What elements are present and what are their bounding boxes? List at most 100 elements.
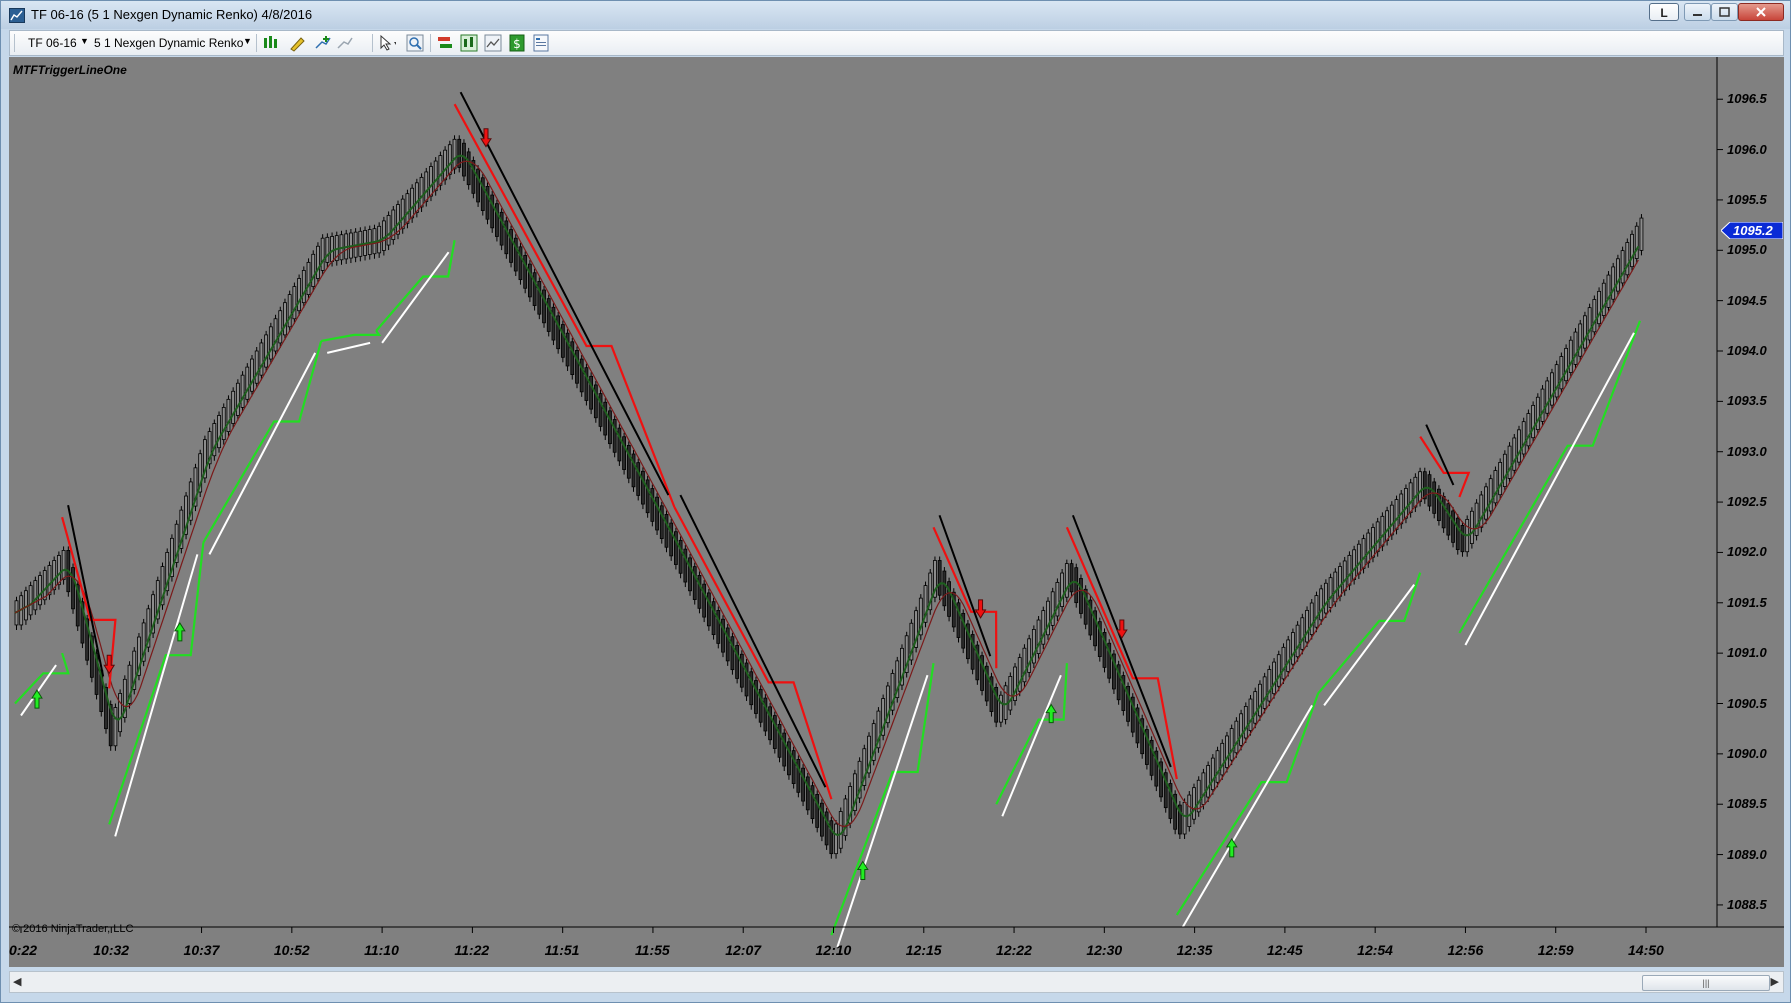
renko-bar — [1597, 290, 1601, 325]
renko-bar — [683, 548, 688, 583]
renko-bar — [405, 193, 410, 224]
chart-style-icon[interactable] — [262, 34, 280, 52]
close-button[interactable] — [1738, 3, 1784, 21]
support-trigger-line — [375, 240, 456, 332]
renko-bar — [1408, 482, 1413, 514]
renko-bar — [1375, 521, 1380, 553]
renko-bar — [381, 220, 386, 251]
sell-signal-arrow — [480, 128, 492, 148]
add-indicator-icon[interactable] — [314, 34, 332, 52]
renko-bar — [744, 662, 749, 697]
properties-icon[interactable] — [532, 34, 550, 52]
scroll-right-icon[interactable]: ▶ — [1771, 975, 1779, 988]
price-tick-label: 1094.0 — [1727, 343, 1767, 358]
time-tick-label: 0:22 — [9, 942, 38, 958]
renko-bar — [664, 514, 669, 548]
renko-bar — [504, 220, 509, 255]
minimize-icon — [1693, 14, 1702, 16]
scroll-left-icon[interactable]: ◀ — [13, 975, 21, 988]
renko-bar — [546, 298, 551, 332]
time-tick-label: 10:37 — [183, 942, 220, 958]
minimize-button[interactable] — [1684, 3, 1711, 21]
renko-bar — [1328, 577, 1333, 608]
horizontal-scrollbar[interactable]: ◀ ||| ▶ — [9, 971, 1784, 993]
time-tick-label: 12:15 — [905, 942, 942, 958]
renko-bar — [254, 350, 259, 384]
renko-bar — [1323, 582, 1328, 614]
remove-indicator-icon[interactable] — [336, 34, 354, 52]
renko-bar — [400, 198, 405, 230]
renko-bar — [485, 186, 490, 220]
price-tick-label: 1095.5 — [1727, 191, 1767, 207]
renko-bar — [937, 560, 942, 596]
renko-bar — [221, 406, 226, 441]
renko-bar — [240, 374, 245, 408]
renko-bar — [1451, 510, 1455, 543]
renko-bar — [447, 144, 452, 175]
renko-bar — [245, 366, 250, 400]
renko-bar — [1286, 639, 1291, 672]
renko-bar — [495, 203, 499, 237]
renko-bar — [1380, 515, 1385, 547]
price-tick-label: 1093.5 — [1727, 393, 1767, 409]
renko-bar — [42, 570, 47, 601]
renko-bar — [725, 627, 730, 662]
renko-bar — [1625, 242, 1630, 276]
renko-bar — [659, 505, 664, 540]
support-trigger-line — [1458, 320, 1642, 634]
renko-bar — [1550, 372, 1554, 406]
data-box-icon[interactable] — [460, 34, 478, 52]
renko-bar — [1578, 323, 1583, 357]
renko-bar — [264, 334, 269, 368]
chart-canvas[interactable] — [9, 57, 1784, 967]
copyright-label: © 2016 NinjaTrader, LLC — [12, 923, 134, 935]
renko-bar — [645, 479, 650, 514]
scrollbar-thumb[interactable]: ||| — [1642, 975, 1770, 991]
renko-bar — [1620, 250, 1625, 284]
price-tick-label: 1092.5 — [1727, 494, 1767, 510]
renko-bar — [287, 294, 292, 328]
time-tick-label: 11:51 — [544, 942, 580, 958]
renko-bar — [1008, 676, 1013, 711]
renko-bar — [1210, 757, 1215, 791]
price-chart[interactable]: MTFTriggerLineOne © 2016 NinjaTrader, LL… — [9, 57, 1784, 967]
price-tick-label: 1090.5 — [1727, 695, 1767, 711]
instrument-selector[interactable]: TF 06-16 — [28, 36, 77, 50]
link-button[interactable]: L — [1649, 3, 1679, 21]
renko-bar — [593, 384, 598, 419]
bar-type-dropdown-icon[interactable]: ▼ — [243, 36, 252, 46]
renko-bar — [1484, 486, 1488, 520]
maximize-button[interactable] — [1711, 3, 1738, 21]
renko-bar — [1493, 470, 1498, 504]
title-bar[interactable]: TF 06-16 (5 1 Nexgen Dynamic Renko) 4/8/… — [1, 1, 1790, 29]
bar-type-selector[interactable]: 5 1 Nexgen Dynamic Renko — [94, 36, 243, 50]
renko-bar — [1535, 396, 1540, 430]
renko-bar — [1201, 772, 1206, 805]
zoom-icon[interactable] — [406, 34, 424, 52]
instrument-dropdown-icon[interactable]: ▼ — [80, 36, 89, 46]
renko-bar — [636, 462, 641, 496]
price-tick-label: 1091.0 — [1727, 645, 1767, 661]
renko-bar — [33, 580, 38, 611]
renko-bar — [791, 750, 796, 784]
drawing-tool-icon[interactable] — [288, 34, 306, 52]
cursor-icon[interactable] — [378, 34, 396, 52]
strategy-icon[interactable] — [436, 34, 454, 52]
chart-trader-icon[interactable] — [484, 34, 502, 52]
renko-bar — [1385, 510, 1390, 541]
dollar-icon[interactable]: $ — [508, 34, 526, 52]
renko-bar — [1253, 691, 1258, 724]
renko-bar — [527, 263, 532, 298]
renko-bar — [438, 155, 443, 186]
renko-bar — [1601, 282, 1606, 316]
renko-bar — [466, 151, 471, 186]
fast-trigger-line — [14, 154, 1640, 837]
renko-bar — [1540, 388, 1545, 422]
renko-bar — [560, 324, 565, 358]
renko-bar — [537, 280, 542, 315]
renko-bar — [306, 261, 311, 296]
renko-bar — [763, 697, 768, 732]
renko-bar — [838, 811, 843, 849]
renko-bar — [1309, 602, 1314, 635]
renko-bar — [518, 246, 523, 281]
